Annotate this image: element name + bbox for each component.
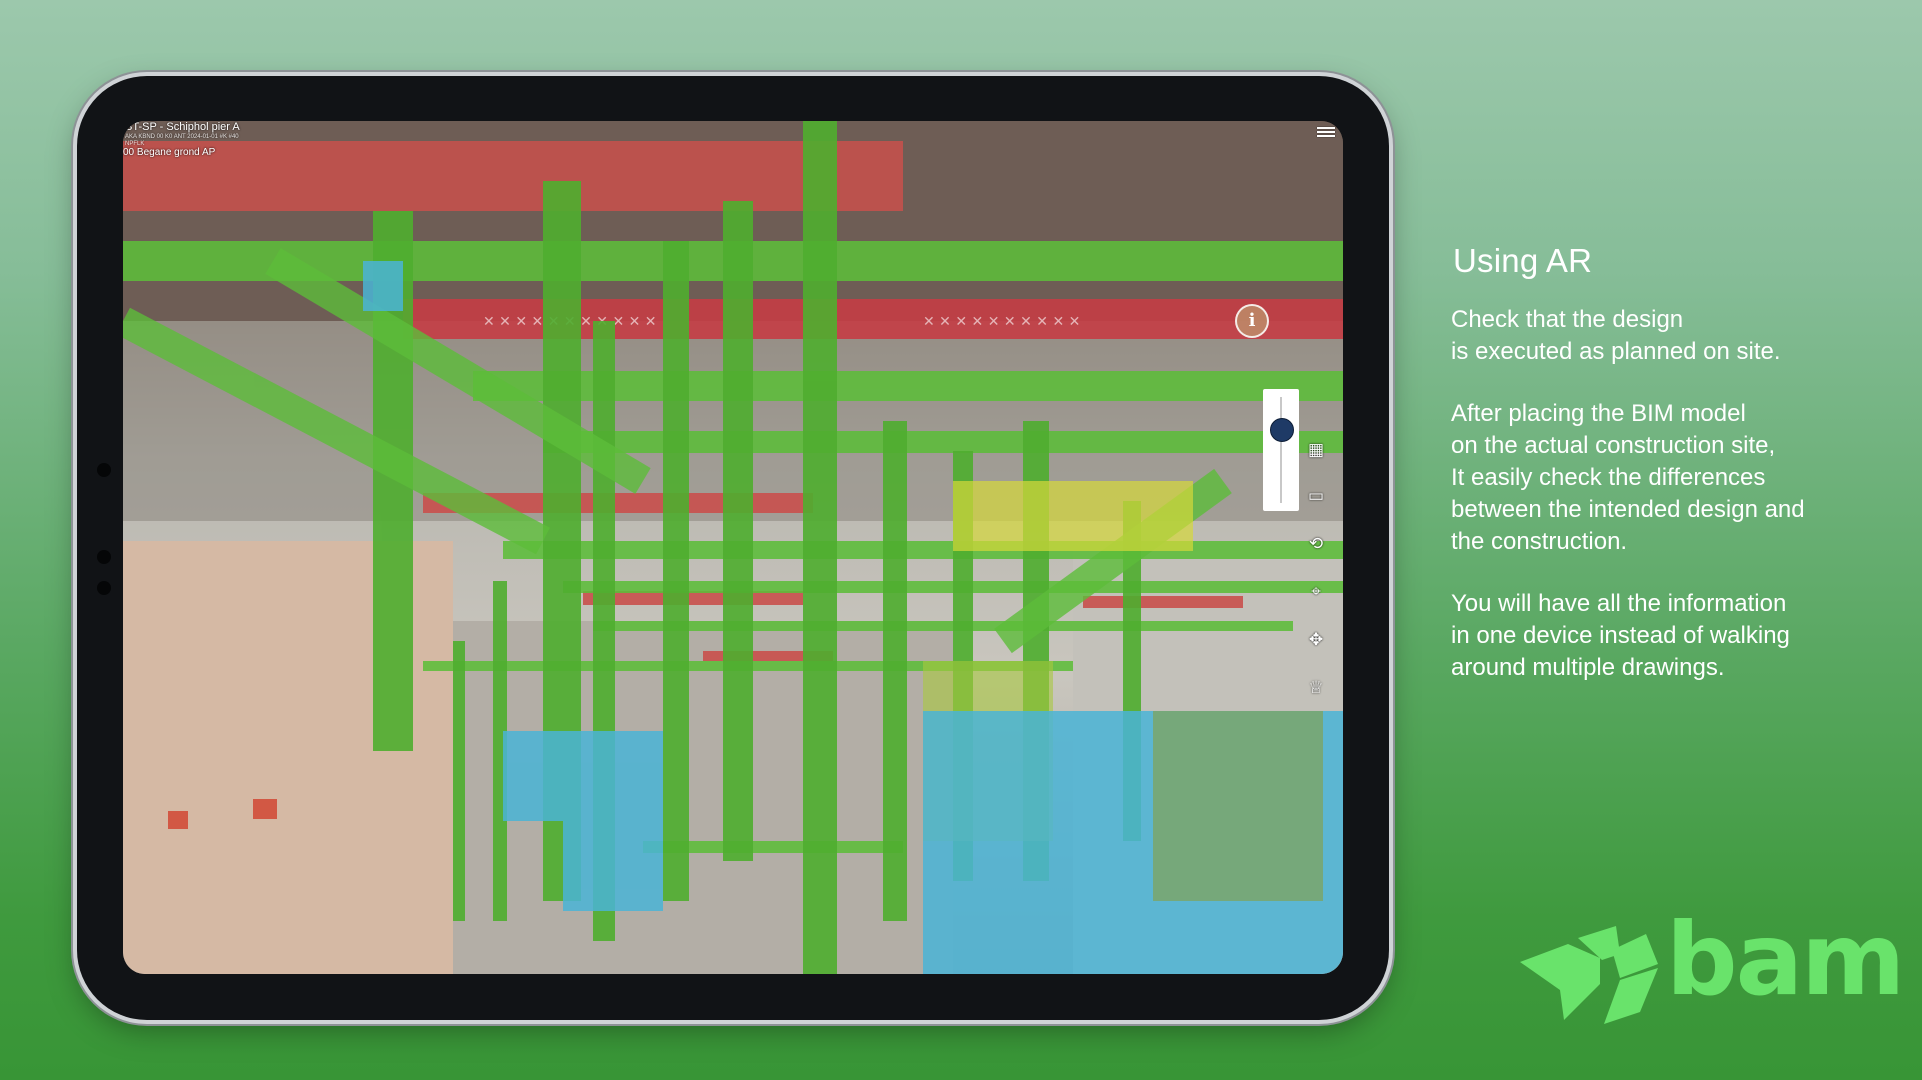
menu-line (1317, 135, 1335, 137)
bam-wordmark: bam (1666, 901, 1905, 1018)
slider-thumb[interactable] (1270, 418, 1294, 442)
bim-model-overlay: ✕ ✕ ✕ ✕ ✕ ✕ ✕ ✕ ✕ ✕ ✕ ✕ ✕ ✕ ✕ ✕ ✕ ✕ ✕ ✕ … (123, 121, 1343, 974)
side-button-dot (97, 581, 111, 595)
floor-label: 00 Begane grond AP (123, 147, 216, 158)
side-button-dot (97, 550, 111, 564)
panel-heading: Using AR (1453, 242, 1593, 279)
ar-viewport[interactable]: ✕ ✕ ✕ ✕ ✕ ✕ ✕ ✕ ✕ ✕ ✕ ✕ ✕ ✕ ✕ ✕ ✕ ✕ ✕ ✕ … (123, 121, 1343, 974)
menu-line (1317, 131, 1335, 133)
section-icon[interactable]: ▭ (1305, 485, 1327, 507)
info-icon[interactable]: i (1235, 304, 1269, 338)
panel-paragraph: Check that the design is executed as pla… (1451, 306, 1781, 365)
location-meta-line: AKA KBND 00 K0 ANT 2024-01-01 #K #40 (125, 134, 239, 140)
location-meta: AKA KBND 00 K0 ANT 2024-01-01 #K #40 NPF… (125, 134, 239, 148)
menu-line (1317, 127, 1335, 129)
info-panel: Using AR Check that the design is execut… (1451, 242, 1881, 714)
move-icon[interactable]: ✥ (1305, 629, 1327, 651)
rotate-icon[interactable]: ⟲ (1305, 533, 1327, 555)
project-title: ST-SP - Schiphol pier A (125, 121, 240, 133)
opacity-slider[interactable] (1263, 389, 1299, 511)
light-icon[interactable]: ♕ (1305, 677, 1327, 699)
bam-logo: bam (1520, 901, 1905, 1030)
panel-paragraph: You will have all the information in one… (1451, 590, 1790, 681)
side-button-dot (97, 463, 111, 477)
grid-icon[interactable]: ▦ (1305, 439, 1327, 461)
menu-icon[interactable] (1317, 125, 1335, 139)
bam-logo-mark (1520, 926, 1658, 1024)
svg-text:✕ ✕ ✕ ✕ ✕ ✕ ✕ ✕ ✕ ✕: ✕ ✕ ✕ ✕ ✕ ✕ ✕ ✕ ✕ ✕ (923, 314, 1080, 330)
panel-paragraph: After placing the BIM model on the actua… (1451, 400, 1805, 555)
slider-track (1280, 397, 1282, 503)
crosshair-icon[interactable]: ⌖ (1305, 581, 1327, 603)
